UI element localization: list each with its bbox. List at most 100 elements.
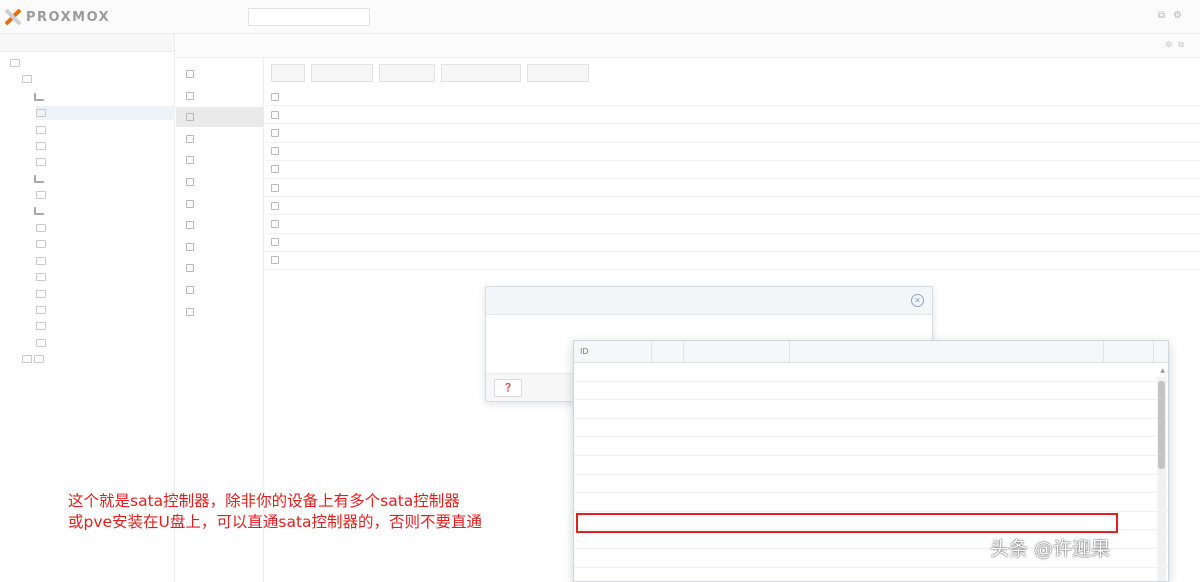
node-icon (22, 75, 32, 83)
device-list-scrollbar[interactable] (1157, 377, 1166, 581)
hardware-row[interactable] (265, 234, 1200, 252)
node-icon (36, 158, 46, 166)
header-actions-icons[interactable]: ⚙⧉ (1165, 40, 1190, 50)
node-icon (36, 339, 46, 347)
hardware-name-cell (265, 219, 420, 228)
tree-item[interactable] (36, 319, 51, 333)
hardware-row[interactable] (265, 252, 1200, 270)
server-view-select[interactable] (0, 34, 174, 52)
device-list-header: ID (574, 341, 1168, 363)
top-actions-icons[interactable]: ⧉⚙ (1158, 10, 1190, 21)
toolbar-button[interactable] (441, 64, 521, 82)
tree-item[interactable] (36, 303, 51, 317)
logo-text: PROXMOX (26, 9, 111, 25)
node-icon (22, 355, 32, 363)
subnav-item[interactable] (176, 302, 264, 322)
hardware-icon (271, 238, 279, 247)
column-id[interactable]: ID (574, 341, 652, 362)
hardware-icon (271, 256, 279, 265)
tree-item[interactable] (36, 287, 51, 301)
device-row[interactable] (574, 493, 1168, 512)
hardware-row[interactable] (265, 106, 1200, 125)
hardware-name-cell (265, 238, 420, 247)
content-header: ⚙⧉ (176, 34, 1200, 58)
hardware-row[interactable] (265, 179, 1200, 198)
vm-icon (34, 207, 44, 215)
tree-item[interactable] (22, 72, 37, 86)
toolbar-button[interactable] (271, 64, 305, 82)
toolbar-button[interactable] (379, 64, 435, 82)
watermark: 头条 @许迎果 (990, 538, 1111, 560)
column-iommu[interactable] (652, 341, 684, 362)
tree-item[interactable] (36, 139, 51, 153)
tree-item[interactable] (36, 188, 51, 202)
toolbar-button[interactable] (311, 64, 373, 82)
help-button[interactable]: ❓ (494, 379, 522, 397)
tree-item[interactable] (36, 221, 51, 235)
tree-item[interactable] (10, 56, 25, 70)
subnav-item[interactable] (176, 194, 264, 214)
tree-item[interactable] (36, 237, 51, 251)
tree-item[interactable] (36, 123, 51, 137)
device-row[interactable] (574, 400, 1168, 419)
device-row[interactable] (574, 456, 1168, 475)
subnav-item[interactable] (176, 258, 264, 278)
scroll-up-icon[interactable]: ▲ (1160, 367, 1165, 374)
subnav-item[interactable] (176, 172, 264, 192)
hardware-name-cell (265, 128, 420, 137)
hardware-row[interactable] (265, 124, 1200, 143)
subnav-item[interactable] (176, 64, 264, 84)
device-row[interactable] (574, 475, 1168, 494)
subnav-icon (186, 264, 194, 273)
tree-item[interactable] (36, 106, 175, 120)
hardware-toolbar (265, 62, 589, 84)
toolbar-button[interactable] (527, 64, 589, 82)
device-row[interactable] (574, 437, 1168, 456)
hardware-icon (271, 110, 279, 119)
column-mdev[interactable] (1104, 341, 1154, 362)
tree-item[interactable] (36, 254, 51, 268)
subnav-item[interactable] (176, 129, 264, 149)
scroll-thumb[interactable] (1158, 381, 1165, 469)
tree-item[interactable] (36, 270, 51, 284)
hardware-grid (265, 88, 1200, 270)
subnav-item[interactable] (176, 237, 264, 257)
subnav-icon (186, 221, 194, 230)
subnav-item[interactable] (176, 86, 264, 106)
hardware-row[interactable] (265, 143, 1200, 161)
hardware-icon (271, 92, 279, 101)
subnav-item[interactable] (176, 215, 264, 235)
column-device[interactable] (790, 341, 1104, 362)
annotation-line-2: 或pve安装在U盘上，可以直通sata控制器的，否则不要直通 (68, 513, 483, 531)
tree-item[interactable] (34, 204, 49, 218)
hardware-row[interactable] (265, 161, 1200, 179)
subnav-item[interactable] (176, 107, 264, 128)
tree-item[interactable] (34, 90, 49, 104)
tree-item[interactable] (36, 336, 51, 350)
proxmox-logo[interactable]: PROXMOX (4, 8, 110, 26)
hardware-icon (271, 219, 279, 228)
column-vendor[interactable] (684, 341, 790, 362)
subnav-icon (186, 199, 194, 208)
hardware-row[interactable] (265, 88, 1200, 107)
hardware-row[interactable] (265, 197, 1200, 216)
tree-item[interactable] (22, 352, 37, 366)
close-icon[interactable]: ✕ (911, 294, 924, 307)
device-row[interactable] (574, 382, 1168, 401)
tree-item[interactable] (34, 172, 49, 186)
device-row[interactable] (574, 419, 1168, 438)
node-icon (36, 306, 46, 314)
subnav-icon (186, 113, 194, 122)
node-icon (10, 59, 20, 67)
subnav-icon (186, 156, 194, 165)
tree-item[interactable] (36, 155, 51, 169)
subnav-item[interactable] (176, 280, 264, 300)
hardware-row[interactable] (265, 215, 1200, 234)
search-input[interactable] (248, 8, 370, 26)
subnav-icon (186, 242, 194, 251)
annotation-text: 这个就是sata控制器，除非你的设备上有多个sata控制器 或pve安装在U盘上… (68, 491, 608, 533)
subnav-item[interactable] (176, 150, 264, 170)
annotation-line-1: 这个就是sata控制器，除非你的设备上有多个sata控制器 (68, 492, 460, 510)
node-icon (36, 224, 46, 232)
device-row[interactable] (574, 363, 1168, 382)
